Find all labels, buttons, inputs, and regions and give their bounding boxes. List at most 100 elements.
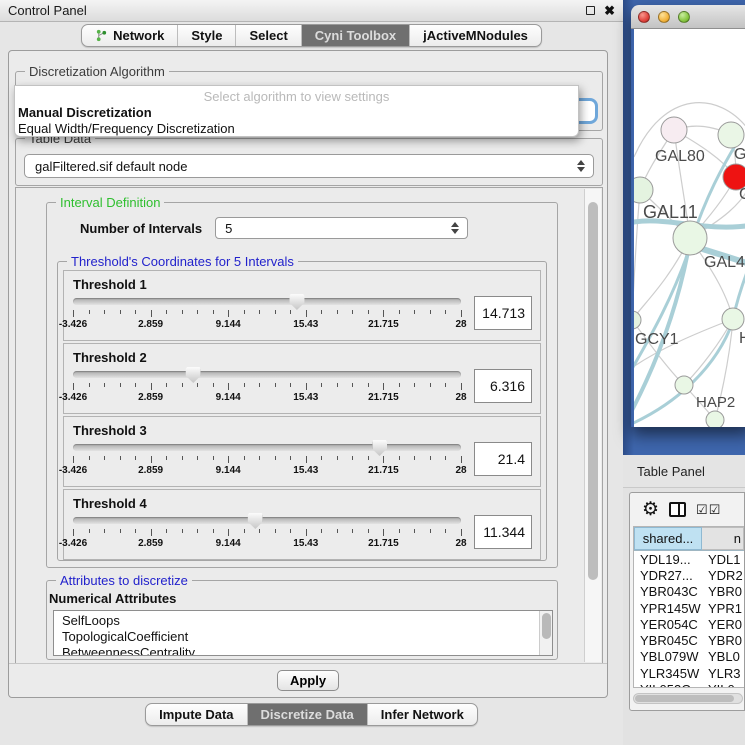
table-header-row: shared... n bbox=[634, 527, 744, 551]
table-horizontal-scrollbar[interactable] bbox=[633, 693, 743, 704]
cell-name[interactable]: YBL0 bbox=[702, 649, 744, 664]
table-row[interactable]: YIL052CYIL0 bbox=[634, 681, 744, 688]
threshold-slider[interactable]: -3.4262.8599.14415.4321.71528 bbox=[73, 440, 461, 478]
node-gal80[interactable] bbox=[661, 117, 687, 143]
slider-tick-label: 28 bbox=[455, 319, 466, 330]
network-window-titlebar[interactable] bbox=[631, 5, 745, 29]
slider-tick bbox=[197, 383, 198, 387]
tab-jactivemnodules[interactable]: jActiveMNodules bbox=[409, 25, 541, 46]
list-item[interactable]: TopologicalCoefficient bbox=[62, 629, 552, 645]
cell-name[interactable]: YDL1 bbox=[702, 552, 744, 567]
slider-tick bbox=[368, 529, 369, 533]
settings-scroll-area: Interval Definition Number of Intervals … bbox=[15, 187, 603, 664]
slider-tick bbox=[259, 383, 260, 387]
table-row[interactable]: YBL079WYBL0 bbox=[634, 649, 744, 665]
interval-definition-group: Interval Definition Number of Intervals … bbox=[46, 202, 558, 568]
table-row[interactable]: YDR27...YDR2 bbox=[634, 567, 744, 583]
slider-tick bbox=[89, 383, 90, 387]
cell-shared-name[interactable]: YPR145W bbox=[634, 601, 702, 616]
select-columns-icons[interactable]: ☑☑ bbox=[696, 502, 721, 518]
node-h[interactable] bbox=[722, 308, 744, 330]
tab-infer-network[interactable]: Infer Network bbox=[367, 704, 477, 725]
apply-button[interactable]: Apply bbox=[277, 670, 339, 691]
tab-network[interactable]: Network bbox=[82, 25, 177, 46]
slider-tick bbox=[228, 310, 229, 317]
cell-name[interactable]: YLR3 bbox=[702, 666, 744, 681]
menu-item-manual-discretization[interactable]: Manual Discretization bbox=[15, 104, 578, 120]
node-gal4[interactable] bbox=[673, 221, 707, 255]
threshold-slider[interactable]: -3.4262.8599.14415.4321.71528 bbox=[73, 367, 461, 405]
cell-shared-name[interactable]: YDL19... bbox=[634, 552, 702, 567]
threshold-value-input[interactable]: 14.713 bbox=[474, 296, 532, 330]
table-row[interactable]: YBR045CYBR0 bbox=[634, 632, 744, 648]
threshold-value-input[interactable]: 6.316 bbox=[474, 369, 532, 403]
table-row[interactable]: YPR145WYPR1 bbox=[634, 600, 744, 616]
cell-shared-name[interactable]: YDR27... bbox=[634, 568, 702, 583]
cell-shared-name[interactable]: YBR043C bbox=[634, 584, 702, 599]
cell-name[interactable]: YPR1 bbox=[702, 601, 744, 616]
menu-item-equal-width-frequency[interactable]: Equal Width/Frequency Discretization bbox=[15, 120, 578, 136]
table-row[interactable]: YDL19...YDL1 bbox=[634, 551, 744, 567]
slider-tick bbox=[430, 310, 431, 314]
slider-handle[interactable] bbox=[372, 440, 387, 456]
threshold-label: Threshold 1 bbox=[64, 271, 540, 292]
threshold-value-input[interactable]: 21.4 bbox=[474, 442, 532, 476]
table-data-combobox[interactable]: galFiltered.sif default node bbox=[24, 154, 594, 178]
number-of-intervals-spinner[interactable]: 5 bbox=[215, 217, 468, 239]
threshold-slider[interactable]: -3.4262.8599.14415.4321.71528 bbox=[73, 294, 461, 332]
table-row[interactable]: YBR043CYBR0 bbox=[634, 584, 744, 600]
tab-style[interactable]: Style bbox=[177, 25, 235, 46]
slider-tick bbox=[89, 529, 90, 533]
minimize-traffic-light-icon[interactable] bbox=[658, 11, 670, 23]
slider-handle[interactable] bbox=[248, 513, 263, 529]
cell-shared-name[interactable]: YER054C bbox=[634, 617, 702, 632]
cell-shared-name[interactable]: YBL079W bbox=[634, 649, 702, 664]
attributes-listbox[interactable]: SelfLoops TopologicalCoefficient Between… bbox=[53, 610, 553, 656]
list-scrollbar[interactable] bbox=[539, 611, 552, 655]
settings-vertical-scrollbar[interactable] bbox=[584, 189, 601, 662]
list-item[interactable]: BetweennessCentrality bbox=[62, 645, 552, 656]
slider-track[interactable] bbox=[73, 444, 461, 451]
cell-name[interactable]: YBR0 bbox=[702, 584, 744, 599]
close-traffic-light-icon[interactable] bbox=[638, 11, 650, 23]
cell-shared-name[interactable]: YBR045C bbox=[634, 633, 702, 648]
slider-handle[interactable] bbox=[289, 294, 304, 310]
table-row[interactable]: YLR345WYLR3 bbox=[634, 665, 744, 681]
slider-tick bbox=[259, 310, 260, 314]
slider-track[interactable] bbox=[73, 298, 461, 305]
list-item[interactable]: SelfLoops bbox=[62, 613, 552, 629]
cell-name[interactable]: YDR2 bbox=[702, 568, 744, 583]
cell-shared-name[interactable]: YIL052C bbox=[634, 682, 702, 688]
tab-cyni-toolbox[interactable]: Cyni Toolbox bbox=[301, 25, 409, 46]
cell-name[interactable]: YER0 bbox=[702, 617, 744, 632]
slider-track[interactable] bbox=[73, 517, 461, 524]
tab-label: Impute Data bbox=[159, 707, 233, 722]
cell-name[interactable]: YBR0 bbox=[702, 633, 744, 648]
column-header-name[interactable]: n bbox=[702, 527, 744, 550]
float-window-icon[interactable] bbox=[586, 6, 595, 15]
split-columns-icon[interactable] bbox=[669, 502, 686, 517]
spinner-arrows-icon[interactable] bbox=[451, 222, 459, 234]
node-gcy1[interactable] bbox=[634, 311, 641, 329]
slider-handle[interactable] bbox=[186, 367, 201, 383]
threshold-slider[interactable]: -3.4262.8599.14415.4321.71528 bbox=[73, 513, 461, 551]
table-row[interactable]: YER054CYER0 bbox=[634, 616, 744, 632]
close-icon[interactable]: ✖ bbox=[604, 4, 615, 17]
node-top-right[interactable] bbox=[718, 122, 744, 148]
gear-icon[interactable]: ⚙ bbox=[642, 500, 659, 519]
tab-discretize-data[interactable]: Discretize Data bbox=[247, 704, 367, 725]
cell-shared-name[interactable]: YLR345W bbox=[634, 666, 702, 681]
slider-track[interactable] bbox=[73, 371, 461, 378]
tab-impute-data[interactable]: Impute Data bbox=[146, 704, 246, 725]
zoom-traffic-light-icon[interactable] bbox=[678, 11, 690, 23]
tab-select[interactable]: Select bbox=[235, 25, 300, 46]
slider-tick bbox=[461, 529, 462, 536]
slider-tick bbox=[244, 310, 245, 314]
network-canvas[interactable]: GAL80GACGAL11GAL4GCY1HHAP2 bbox=[634, 29, 745, 427]
threshold-value-input[interactable]: 11.344 bbox=[474, 515, 532, 549]
node-hap2[interactable] bbox=[675, 376, 693, 394]
node-bottom[interactable] bbox=[706, 411, 724, 427]
slider-tick bbox=[151, 310, 152, 317]
column-header-shared-name[interactable]: shared... bbox=[634, 527, 702, 550]
cell-name[interactable]: YIL0 bbox=[702, 682, 744, 688]
